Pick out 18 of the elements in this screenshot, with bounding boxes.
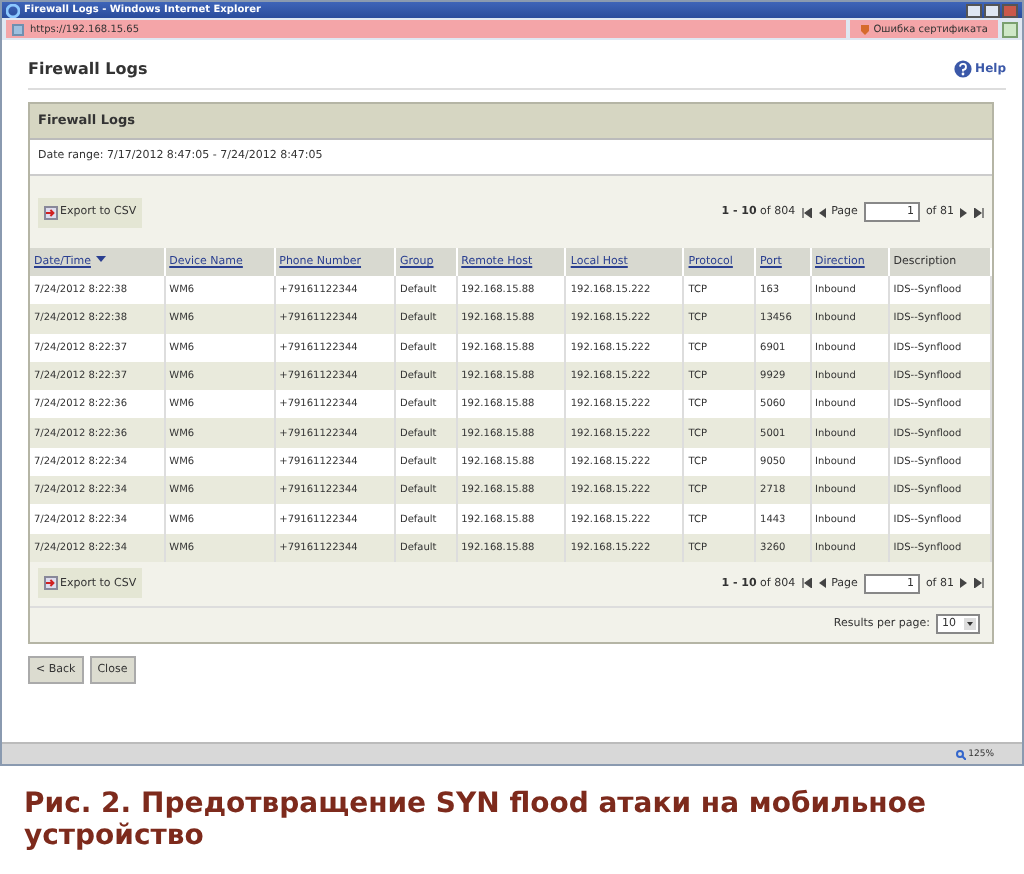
- first-page-icon: [801, 578, 812, 589]
- magnifier-icon: [956, 749, 967, 759]
- first-page-icon: [801, 207, 812, 217]
- next-page-icon: [960, 578, 968, 589]
- last-page-icon: [974, 207, 984, 217]
- export-icon: [44, 576, 58, 591]
- export-icon: [44, 205, 58, 219]
- shield-icon: [859, 23, 870, 35]
- sort-down-icon: [96, 256, 107, 264]
- last-page-icon: [974, 578, 984, 589]
- dropdown-arrow-icon: [964, 617, 976, 630]
- browser-icon: [6, 3, 20, 17]
- previous-page-icon: [817, 207, 826, 217]
- next-page-icon: [960, 207, 968, 217]
- help-icon: [953, 60, 972, 78]
- figure-caption: Рис. 2. Предотвращение SYN flood атаки на мобильное устройство: [24, 788, 928, 852]
- page-title: Firewall Logs: [28, 60, 148, 78]
- previous-page-icon: [817, 578, 826, 589]
